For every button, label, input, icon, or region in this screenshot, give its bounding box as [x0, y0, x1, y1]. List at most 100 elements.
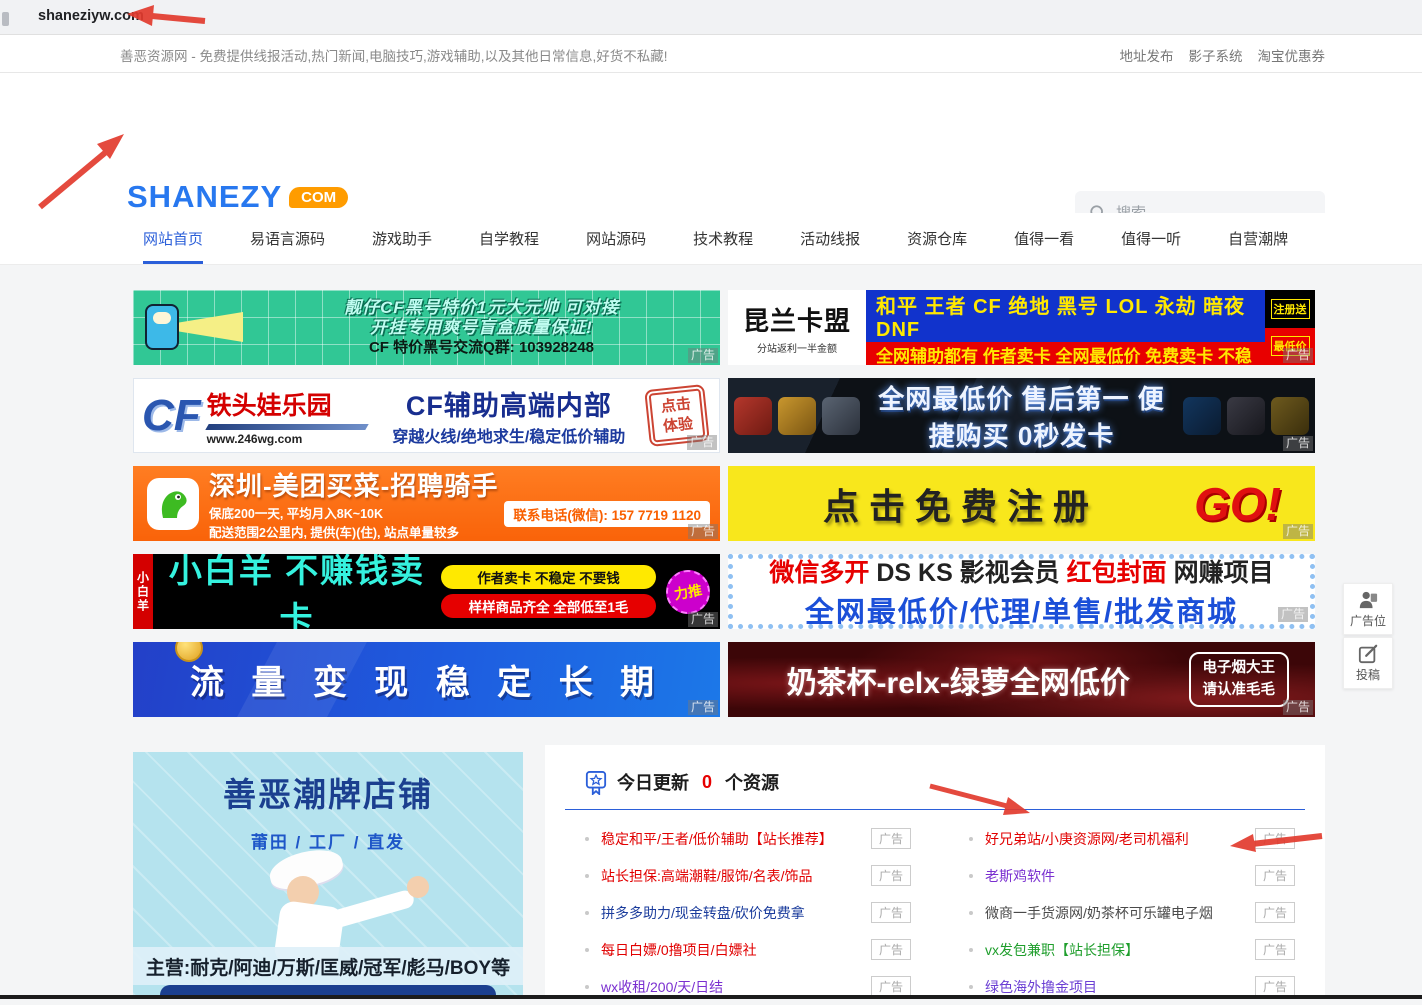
ad-line: 穿越火线/绝地求生/稳定低价辅助	[367, 423, 651, 447]
update-item: 站长担保:高端潮鞋/服饰/名表/饰品广告	[585, 857, 911, 894]
nav-item-resource-repo[interactable]: 资源仓库	[907, 213, 967, 264]
bullet-dot	[969, 985, 973, 989]
ad-tag: 样样商品齐全 全部低至1毛	[441, 594, 656, 618]
ad-line: CF 特价黑号交流Q群: 103928248	[243, 339, 720, 356]
update-link[interactable]: 好兄弟站/小庚资源网/老司机福利	[985, 829, 1247, 849]
bullet-dot	[585, 985, 589, 989]
updates-title: 今日更新	[617, 769, 689, 795]
shop-button-sliver[interactable]	[160, 985, 495, 995]
ad-line: 奶茶杯-relx-绿萝全网低价	[728, 658, 1189, 702]
topbar-links: 地址发布 影子系统 淘宝优惠券	[1120, 45, 1326, 65]
update-link[interactable]: wx收租/200/天/日结	[601, 977, 863, 997]
go-graphic-text: GO!	[1194, 477, 1281, 531]
ad-line: 点击免费注册	[728, 478, 1194, 530]
game-icon	[1183, 397, 1221, 435]
update-link[interactable]: 稳定和平/王者/低价辅助【站长推荐】	[601, 829, 863, 849]
update-item: 拼多多助力/现金转盘/砍价免费拿广告	[585, 894, 911, 931]
banner-free-register-ad[interactable]: 点击免费注册 GO! 广告	[728, 466, 1315, 541]
browser-url-bar[interactable]: shaneziyw.com	[0, 0, 1422, 35]
ad-tag: 广告	[1255, 976, 1295, 997]
meituan-text-block: 深圳-美团买菜-招聘骑手 保底200一天, 平均月入8K~10K 配送范围2公里…	[209, 466, 720, 541]
ad-line: 靓仔CF黑号特价1元大元帅 可对接	[243, 298, 720, 318]
link-address-publish[interactable]: 地址发布	[1120, 45, 1174, 65]
update-link[interactable]: 老斯鸡软件	[985, 866, 1247, 886]
updates-divider	[565, 809, 1305, 810]
link-taobao-coupon[interactable]: 淘宝优惠券	[1258, 45, 1326, 65]
model-photo-graphic	[243, 852, 433, 962]
ad-tag: 广告	[871, 828, 911, 849]
shop-footer-text: 主营:耐克/阿迪/万斯/匡威/冠军/彪马/BOY等	[133, 947, 523, 985]
nav-item-home[interactable]: 网站首页	[143, 213, 203, 264]
ad-tag: 广告	[871, 939, 911, 960]
update-link[interactable]: 每日白嫖/0撸项目/白嫖社	[601, 940, 863, 960]
ad-slot-label: 广告位	[1350, 612, 1386, 629]
ad-slot-person-icon	[1357, 590, 1379, 610]
banner-meituan-rider-ad[interactable]: 深圳-美团买菜-招聘骑手 保底200一天, 平均月入8K~10K 配送范围2公里…	[133, 466, 720, 541]
site-header: SHANEZY COM 善恶资源网	[0, 73, 1422, 213]
nav-item-game-helper[interactable]: 游戏助手	[372, 213, 432, 264]
ad-label: 广告	[1278, 607, 1308, 622]
ad-brand: 铁头娃乐园	[207, 386, 367, 422]
ad-label: 广告	[1283, 436, 1313, 451]
ad-tag: 广告	[1255, 828, 1295, 849]
bullet-dot	[585, 911, 589, 915]
tietou-text-block: CF辅助高端内部 穿越火线/绝地求生/稳定低价辅助	[367, 384, 651, 447]
game-icon	[734, 397, 772, 435]
update-link[interactable]: 绿色海外撸金项目	[985, 977, 1247, 997]
banner-game-card-shop-ad[interactable]: 全网最低价 售后第一 便捷购买 0秒发卡 广告	[728, 378, 1315, 453]
game-icon	[778, 397, 816, 435]
banner-grid: 靓仔CF黑号特价1元大元帅 可对接 开挂专用爽号盲盒质量保证! CF 特价黑号交…	[133, 290, 1315, 717]
ad-label: 广告	[688, 612, 718, 627]
update-item: 绿色海外撸金项目广告	[969, 968, 1295, 1005]
badge-star-icon	[585, 770, 607, 795]
logo-text-en: SHANEZY	[127, 179, 282, 215]
update-item: 老斯鸡软件广告	[969, 857, 1295, 894]
ad-tag: 广告	[871, 902, 911, 923]
shop-title: 善恶潮牌店铺	[133, 768, 523, 816]
bottom-dark-strip	[0, 995, 1422, 999]
nav-item-worth-watching[interactable]: 值得一看	[1014, 213, 1074, 264]
nav-item-site-source[interactable]: 网站源码	[586, 213, 646, 264]
ad-label: 广告	[687, 435, 717, 450]
ad-tag: 注册送	[1271, 299, 1310, 319]
url-text[interactable]: shaneziyw.com	[38, 8, 144, 24]
cf-logo-graphic: CF	[142, 394, 201, 438]
banner-traffic-monetize-ad[interactable]: 流 量 变 现 稳 定 长 期 广告	[133, 642, 720, 717]
banner-cf-assist-ad[interactable]: CF 铁头娃乐园 www.246wg.com CF辅助高端内部 穿越火线/绝地求…	[133, 378, 720, 453]
update-item: 微商一手货源网/奶茶杯可乐罐电子烟广告	[969, 894, 1295, 931]
ad-brand: 昆兰卡盟	[743, 301, 851, 338]
shop-promo-card[interactable]: 善恶潮牌店铺 莆田 / 工厂 / 直发 主营:耐克/阿迪/万斯/匡威/冠军/彪马…	[133, 752, 523, 995]
banner-relx-ecig-ad[interactable]: 奶茶杯-relx-绿萝全网低价 电子烟大王请认准毛毛 广告	[728, 642, 1315, 717]
update-item: 好兄弟站/小庚资源网/老司机福利广告	[969, 820, 1295, 857]
banner-wechat-multi-ad[interactable]: 微信多开 DS KS 影视会员 红包封面 网赚项目 全网最低价/代理/单售/批发…	[728, 554, 1315, 629]
update-item: vx发包兼职【站长担保】广告	[969, 931, 1295, 968]
updates-list: 稳定和平/王者/低价辅助【站长推荐】广告 好兄弟站/小庚资源网/老司机福利广告 …	[585, 820, 1295, 1005]
ad-tag: 广告	[871, 865, 911, 886]
bullet-dot	[969, 874, 973, 878]
nav-item-tech-tutorials[interactable]: 技术教程	[693, 213, 753, 264]
nav-item-self-brand[interactable]: 自营潮牌	[1228, 213, 1288, 264]
update-link[interactable]: vx发包兼职【站长担保】	[985, 940, 1247, 960]
game-icon	[1227, 397, 1265, 435]
banner-cf-black-text: 靓仔CF黑号特价1元大元帅 可对接 开挂专用爽号盲盒质量保证! CF 特价黑号交…	[243, 298, 720, 356]
updates-count: 0	[699, 772, 715, 793]
link-shadow-system[interactable]: 影子系统	[1189, 45, 1243, 65]
ad-tag: 广告	[1255, 865, 1295, 886]
update-link[interactable]: 站长担保:高端潮鞋/服饰/名表/饰品	[601, 866, 863, 886]
update-link[interactable]: 微商一手货源网/奶茶杯可乐罐电子烟	[985, 903, 1247, 923]
banner-cf-black-account-ad[interactable]: 靓仔CF黑号特价1元大元帅 可对接 开挂专用爽号盲盒质量保证! CF 特价黑号交…	[133, 290, 720, 365]
site-tagline-bar: 善恶资源网 - 免费提供线报活动,热门新闻,电脑技巧,游戏辅助,以及其他日常信息…	[0, 35, 1422, 73]
main-nav: 网站首页 易语言源码 游戏助手 自学教程 网站源码 技术教程 活动线报 资源仓库…	[0, 213, 1422, 265]
nav-item-worth-listening[interactable]: 值得一听	[1121, 213, 1181, 264]
banner-kunlan-card-ad[interactable]: 昆兰卡盟 分站返利一半金额 和平 王者 CF 绝地 黑号 LOL 永劫 暗夜 D…	[728, 290, 1315, 365]
nav-item-tutorials[interactable]: 自学教程	[479, 213, 539, 264]
ad-tag: 广告	[1255, 902, 1295, 923]
submit-post-button[interactable]: 投稿	[1343, 637, 1393, 689]
ad-label: 广告	[688, 700, 718, 715]
nav-item-yuyan-source[interactable]: 易语言源码	[250, 213, 325, 264]
update-link[interactable]: 拼多多助力/现金转盘/砍价免费拿	[601, 903, 863, 923]
nav-item-activity-news[interactable]: 活动线报	[800, 213, 860, 264]
banner-sheep-card-ad[interactable]: 小白羊 小白羊 不赚钱卖卡 作者卖卡 不稳定 不要钱 样样商品齐全 全部低至1毛…	[133, 554, 720, 629]
ad-slot-button[interactable]: 广告位	[1343, 583, 1393, 635]
floating-tool-rail: 广告位 投稿	[1343, 583, 1393, 691]
